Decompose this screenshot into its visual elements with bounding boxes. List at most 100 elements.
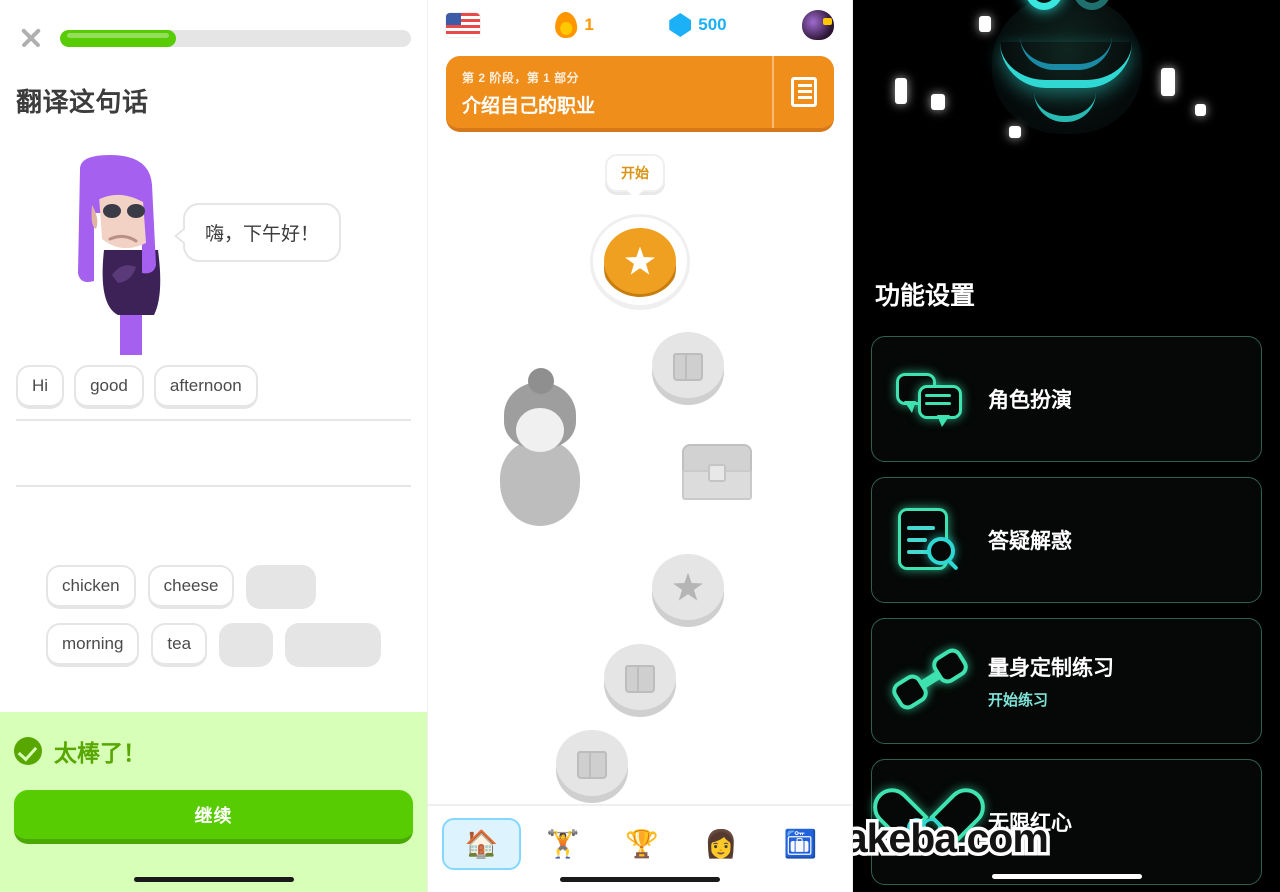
doc-line-1 [907, 526, 935, 530]
answer-tile-1[interactable]: good [74, 365, 144, 409]
sparkle-2 [931, 94, 945, 110]
lesson-top: 翻译这句话 [0, 0, 427, 119]
neon-dumbbell-icon [888, 644, 972, 717]
word-bank-tile-used-3[interactable] [284, 623, 381, 667]
trophy-icon: 🏆 [625, 828, 659, 859]
guidebook-icon [791, 77, 817, 107]
node-star-active[interactable] [593, 217, 687, 305]
sparkle-1 [895, 78, 907, 104]
lesson-progress-bar [60, 29, 411, 47]
feedback-text: 太棒了！ [54, 740, 146, 766]
node-star-2[interactable] [652, 554, 724, 620]
answer-area: Hi good afternoon [0, 361, 427, 487]
word-bank-tile-chicken[interactable]: chicken [46, 565, 136, 609]
streak-counter[interactable]: 1 [554, 11, 594, 39]
streak-value: 1 [584, 15, 594, 34]
magnifier-icon [927, 537, 955, 565]
shop-icon: 🛅 [783, 828, 818, 859]
lesson-header [16, 20, 411, 56]
path-panel: 1 500 第 2 阶段，第 1 部分 介绍自己的职业 开始 🏠 🏋 🏆 👩 🛅 [427, 0, 853, 892]
card-hearts-title: 无限红心 [988, 812, 1072, 835]
nav-home[interactable]: 🏠 [442, 818, 522, 870]
chat-lines [925, 394, 951, 397]
nav-shop[interactable]: 🛅 [763, 818, 838, 870]
close-icon[interactable] [16, 23, 46, 53]
settings-panel: 功能设置 角色扮演 答疑解惑 量身定制练习 开始练习 无限红心 akeba.co… [853, 0, 1280, 892]
status-bar: 1 500 [428, 0, 852, 50]
nav-leagues[interactable]: 🏆 [604, 818, 679, 870]
home-indicator-middle [560, 877, 720, 882]
feedback-row: 太棒了！ [14, 734, 413, 768]
unit-banner-text: 第 2 阶段，第 1 部分 介绍自己的职业 [446, 56, 772, 128]
mascot-face [516, 408, 564, 452]
card-hearts[interactable]: 无限红心 [871, 759, 1262, 885]
screenshot-root: 翻译这句话 嗨，下午好！ Hi good afternoon chicken c… [0, 0, 1280, 892]
answer-line-1[interactable]: Hi good afternoon [16, 361, 411, 421]
neon-infinity-heart-icon [894, 786, 966, 858]
card-roleplay-text: 角色扮演 [988, 384, 1072, 414]
settings-card-list: 角色扮演 答疑解惑 量身定制练习 开始练习 无限红心 [853, 312, 1280, 885]
lesson-prompt-row: 嗨，下午好！ [0, 155, 427, 355]
neon-chat-icon [894, 363, 966, 435]
speech-bubble: 嗨，下午好！ [173, 203, 342, 262]
language-selector[interactable] [446, 13, 480, 37]
duo-avatar-icon[interactable] [802, 10, 835, 40]
lesson-progress-fill [60, 29, 176, 47]
answer-tile-0[interactable]: Hi [16, 365, 65, 409]
guidebook-button[interactable] [772, 56, 834, 128]
word-bank-row-1: chicken cheese [46, 565, 381, 609]
unit-title: 介绍自己的职业 [462, 96, 596, 117]
word-bank-tile-morning[interactable]: morning [46, 623, 140, 667]
feedback-banner: 太棒了！ 继续 [0, 712, 427, 892]
card-roleplay[interactable]: 角色扮演 [871, 336, 1262, 462]
neon-owl-icon [972, 0, 1162, 154]
lesson-path: 开始 [428, 132, 852, 804]
node-partial[interactable] [556, 730, 628, 796]
gem-value: 500 [698, 15, 727, 34]
unit-banner[interactable]: 第 2 阶段，第 1 部分 介绍自己的职业 [446, 56, 834, 132]
sparkle-6 [1195, 104, 1206, 116]
word-bank-row-2: morning tea [46, 623, 381, 667]
sparkle-4 [1009, 126, 1021, 138]
doc-line-2 [907, 538, 927, 542]
page-title: 翻译这句话 [16, 87, 149, 117]
profile-icon: 👩 [704, 828, 739, 859]
start-bubble[interactable]: 开始 [605, 154, 665, 192]
card-roleplay-title: 角色扮演 [988, 389, 1072, 412]
sparkle-3 [979, 16, 991, 32]
word-bank: chicken cheese morning tea [0, 565, 427, 667]
gem-icon [669, 13, 692, 37]
word-bank-tile-cheese[interactable]: cheese [147, 565, 235, 609]
node-chest[interactable] [682, 444, 752, 500]
card-qa[interactable]: 答疑解惑 [871, 477, 1262, 603]
mascot-body [500, 440, 580, 526]
home-icon: 🏠 [464, 828, 499, 859]
card-practice-sub[interactable]: 开始练习 [988, 689, 1114, 710]
continue-button[interactable]: 继续 [14, 790, 413, 844]
node-book-2[interactable] [604, 644, 676, 710]
book-icon [625, 665, 655, 693]
home-indicator-left [133, 877, 294, 882]
check-circle-icon [14, 737, 42, 765]
sparkle-5 [1161, 68, 1175, 96]
neon-doc-search-icon [894, 504, 966, 576]
lesson-panel: 翻译这句话 嗨，下午好！ Hi good afternoon chicken c… [0, 0, 427, 892]
word-bank-tile-tea[interactable]: tea [151, 623, 208, 667]
card-practice[interactable]: 量身定制练习 开始练习 [871, 618, 1262, 744]
nav-profile[interactable]: 👩 [684, 818, 759, 870]
star-icon [673, 572, 703, 601]
book-icon [673, 353, 703, 381]
word-bank-tile-used-1[interactable] [246, 565, 317, 609]
settings-title: 功能设置 [875, 282, 976, 310]
nav-practice[interactable]: 🏋 [525, 818, 600, 870]
gem-counter[interactable]: 500 [669, 13, 727, 37]
unit-subtitle: 第 2 阶段，第 1 部分 [462, 71, 580, 85]
card-hearts-text: 无限红心 [988, 807, 1072, 837]
word-bank-tile-used-2[interactable] [219, 623, 273, 667]
node-book-1[interactable] [652, 332, 724, 398]
us-flag-icon [446, 13, 480, 37]
mascot-bun [528, 368, 554, 394]
answer-line-2[interactable] [16, 421, 411, 487]
answer-tile-2[interactable]: afternoon [153, 365, 258, 409]
bottom-navigation: 🏠 🏋 🏆 👩 🛅 [428, 804, 852, 892]
